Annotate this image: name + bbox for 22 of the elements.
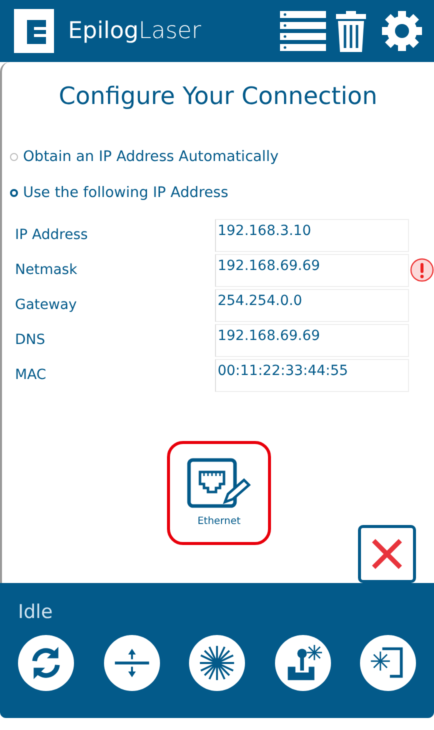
logo-text: EpilogLaser [68,18,202,44]
field-label: DNS [14,332,46,348]
starburst-icon [198,644,236,682]
input-field[interactable]: 192.168.3.10 [214,218,410,252]
input-field[interactable]: 254.254.0.0 [214,288,410,322]
radio-option[interactable]: Use the following IP Address [10,182,434,204]
field-label: Gateway [14,297,78,314]
list-icon[interactable] [280,10,326,51]
field-label: IP Address [14,227,89,244]
trash-icon[interactable] [334,8,368,53]
page-title: Configure Your Connection [58,82,378,110]
field-label: MAC [14,367,48,384]
input-field[interactable]: 192.168.69.69 [214,324,410,357]
ethernet-port-icon [187,458,251,510]
settings-icon[interactable] [380,8,424,53]
radio-option[interactable]: Obtain an IP Address Automatically [10,146,434,168]
close-button[interactable] [358,524,416,583]
status-text: Idle [18,600,54,623]
field-label: Netmask [14,262,78,278]
ethernet-button[interactable]: Ethernet [167,440,271,545]
input-field[interactable]: 00:11:22:33:44:55 [214,358,410,392]
input-field[interactable]: 192.168.69.69 [214,254,410,287]
